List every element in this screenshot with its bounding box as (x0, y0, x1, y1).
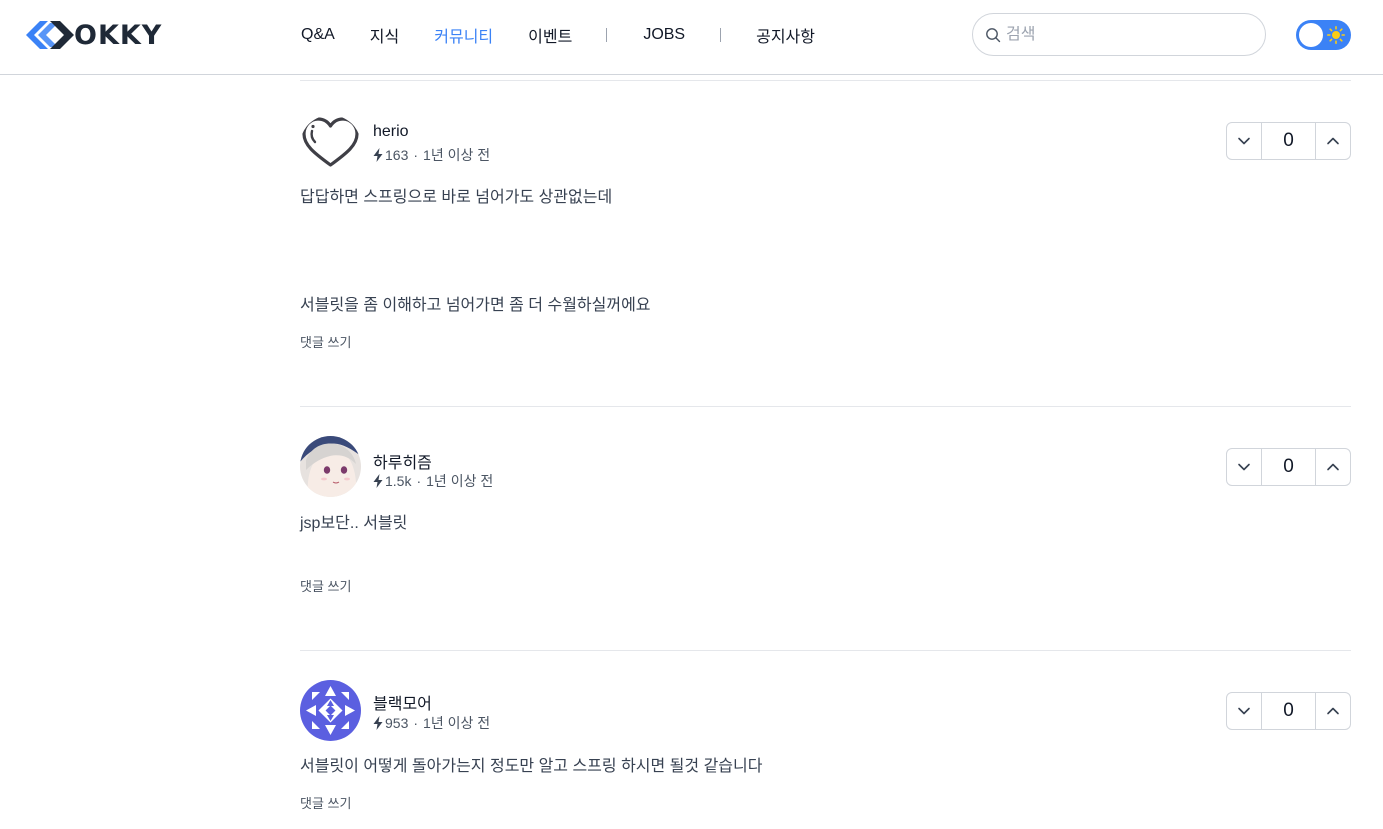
divider (300, 650, 1351, 651)
search-input[interactable] (1006, 25, 1246, 44)
reply-link[interactable]: 댓글 쓰기 (300, 332, 351, 351)
chevron-up-icon (1327, 137, 1339, 145)
vote-down-button[interactable] (1227, 123, 1262, 159)
vote-count: 0 (1283, 130, 1294, 151)
comment-body-line: jsp보단.. 서블릿 (300, 515, 408, 532)
nav-item-community[interactable]: 커뮤니티 (434, 23, 493, 47)
sun-icon (1327, 26, 1345, 44)
author-points: 163 (385, 147, 409, 163)
vote-count: 0 (1283, 700, 1294, 721)
heart-avatar-icon (300, 115, 361, 176)
theme-toggle[interactable] (1296, 20, 1351, 50)
vote-up-button[interactable] (1315, 693, 1350, 729)
comment-body-line: 서블릿이 어떻게 돌아가는지 정도만 알고 스프링 하시면 될것 같습니다 (300, 758, 763, 775)
logo-text: OKKY (74, 19, 163, 51)
vote-down-button[interactable] (1227, 449, 1262, 485)
nav-item-knowledge[interactable]: 지식 (370, 23, 399, 47)
comment-time: 1년 이상 전 (423, 715, 491, 731)
vote-count: 0 (1283, 456, 1294, 477)
comment-time: 1년 이상 전 (423, 147, 491, 163)
author-points: 953 (385, 715, 409, 731)
author-meta: 163 · 1년 이상 전 (372, 145, 490, 165)
meta-separator: · (413, 715, 419, 731)
site-logo[interactable]: OKKY (26, 17, 162, 53)
reply-link[interactable]: 댓글 쓰기 (300, 576, 351, 595)
nav-divider (720, 28, 722, 42)
comment-item: herio 163 · 1년 이상 전 0 답답하면 스프링으로 바로 넘어가도… (300, 115, 1351, 355)
logo-mark-icon (26, 21, 74, 49)
vote-control: 0 (1226, 122, 1351, 160)
main-nav: Q&A 지식 커뮤니티 이벤트 JOBS 공지사항 (301, 24, 815, 46)
avatar[interactable] (300, 436, 361, 497)
comment-body-line: 서블릿을 좀 이해하고 넘어가면 좀 더 수월하실꺼에요 (300, 297, 651, 314)
chevron-down-icon (1238, 137, 1250, 145)
avatar[interactable] (300, 680, 361, 741)
divider (300, 80, 1351, 81)
nav-item-jobs[interactable]: JOBS (643, 26, 685, 44)
nav-item-notice[interactable]: 공지사항 (756, 23, 815, 47)
chevron-up-icon (1327, 707, 1339, 715)
vote-up-button[interactable] (1315, 123, 1350, 159)
reply-link[interactable]: 댓글 쓰기 (300, 793, 351, 812)
comment-item: 하루히즘 1.5k · 1년 이상 전 0 jsp보단.. 서블릿 댓글 쓰기 (300, 436, 1351, 606)
nav-divider (606, 28, 608, 42)
comment-time: 1년 이상 전 (426, 473, 494, 489)
anime-character-avatar-icon (300, 436, 361, 497)
site-header: OKKY Q&A 지식 커뮤니티 이벤트 JOBS 공지사항 (0, 0, 1383, 75)
meta-separator: · (413, 147, 419, 163)
author-name[interactable]: 하루히즘 (373, 449, 432, 473)
comment-body-line: 답답하면 스프링으로 바로 넘어가도 상관없는데 (300, 189, 613, 206)
avatar[interactable] (300, 115, 361, 176)
bolt-icon (373, 716, 383, 730)
nav-item-events[interactable]: 이벤트 (528, 23, 572, 47)
comment-item: 블랙모어 953 · 1년 이상 전 0 서블릿이 어떻게 돌아가는지 정도만 … (300, 680, 1351, 820)
vote-up-button[interactable] (1315, 449, 1350, 485)
toggle-knob (1299, 23, 1323, 47)
bolt-icon (373, 474, 383, 488)
author-name[interactable]: 블랙모어 (373, 690, 432, 714)
author-points: 1.5k (385, 473, 412, 489)
vote-control: 0 (1226, 692, 1351, 730)
divider (300, 406, 1351, 407)
vote-control: 0 (1226, 448, 1351, 486)
bolt-icon (373, 148, 383, 162)
author-meta: 1.5k · 1년 이상 전 (372, 471, 493, 491)
chevron-down-icon (1238, 463, 1250, 471)
author-meta: 953 · 1년 이상 전 (372, 713, 490, 733)
nav-item-qna[interactable]: Q&A (301, 26, 335, 44)
search-icon (986, 27, 1001, 42)
search-box (972, 13, 1266, 56)
chevron-down-icon (1238, 707, 1250, 715)
geometric-pattern-avatar-icon (300, 680, 361, 741)
author-name[interactable]: herio (373, 123, 409, 141)
meta-separator: · (416, 473, 422, 489)
vote-down-button[interactable] (1227, 693, 1262, 729)
chevron-up-icon (1327, 463, 1339, 471)
